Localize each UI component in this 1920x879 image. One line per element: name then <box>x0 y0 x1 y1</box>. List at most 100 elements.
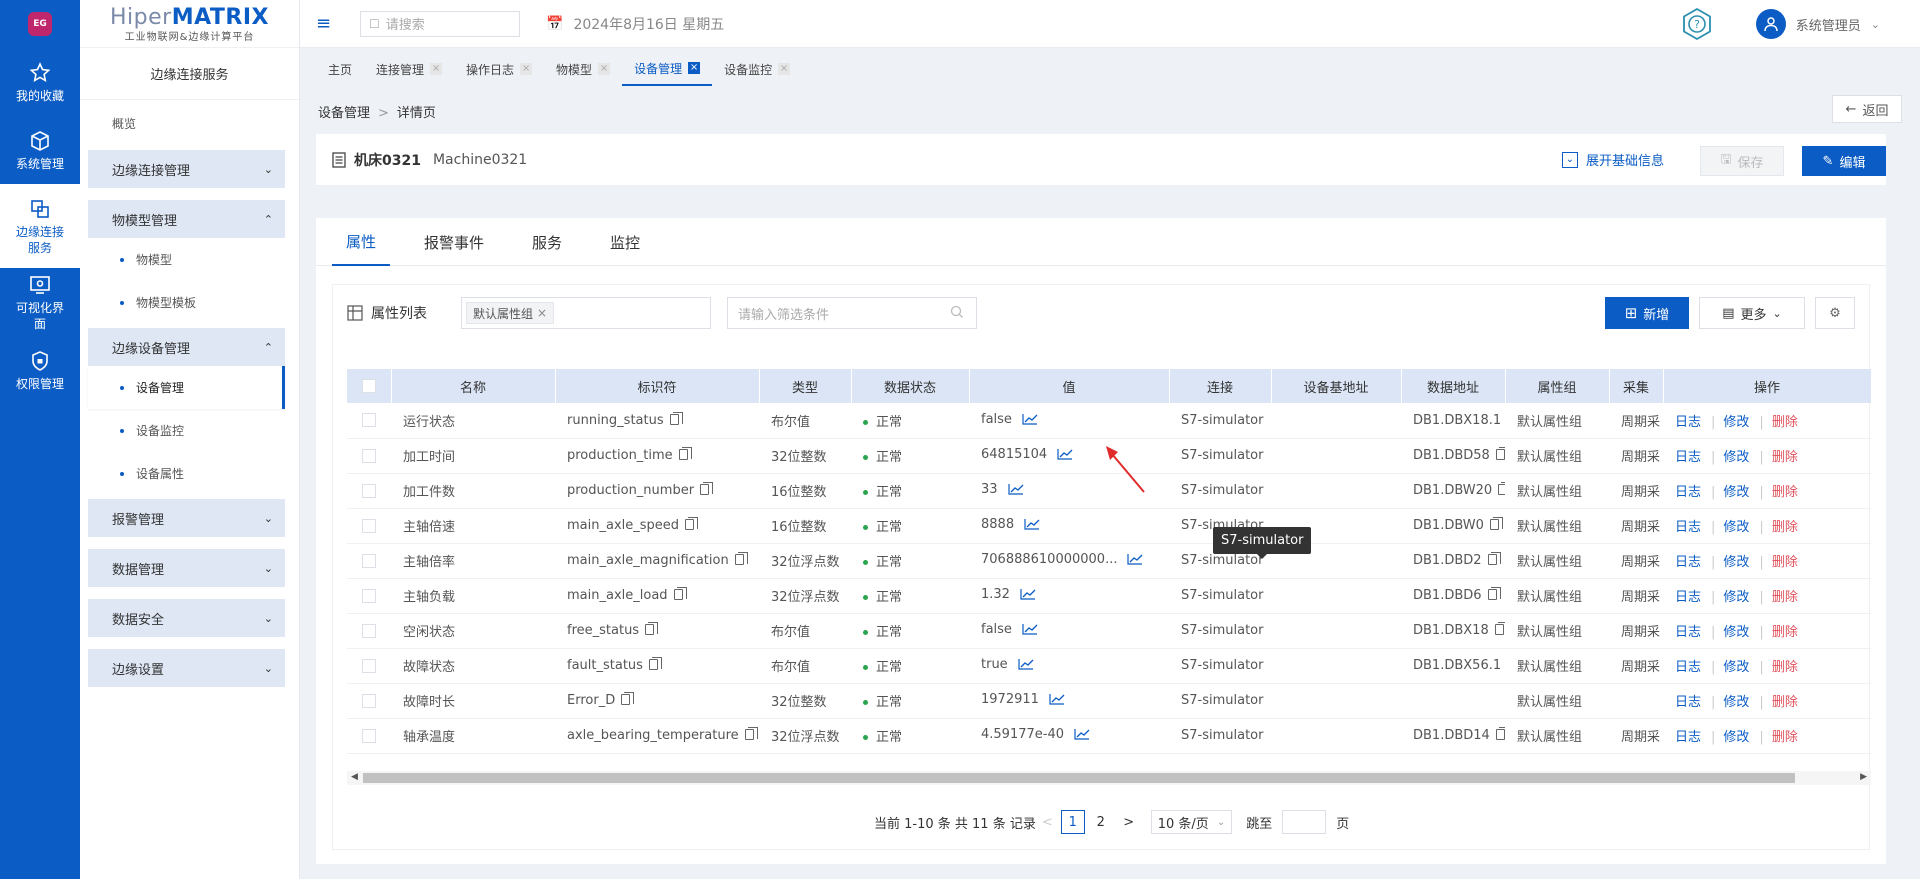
trend-chart-icon[interactable] <box>1074 728 1090 744</box>
rail-item-permission[interactable]: 权限管理 <box>0 336 80 404</box>
select-all-checkbox[interactable] <box>347 369 392 403</box>
scroll-left-icon[interactable]: ◀ <box>351 772 358 782</box>
page-button[interactable]: 1 <box>1060 810 1085 834</box>
copy-icon[interactable] <box>734 552 748 565</box>
sidebar-item-overview[interactable]: 概览 <box>80 100 299 146</box>
user-name[interactable]: 系统管理员 <box>1796 15 1861 34</box>
copy-icon[interactable] <box>685 517 699 530</box>
modify-link[interactable]: 修改 <box>1723 485 1749 500</box>
rail-item-favorites[interactable]: 我的收藏 <box>0 48 80 116</box>
close-icon[interactable]: × <box>520 63 533 75</box>
search-input[interactable]: ☐ 请搜索 <box>360 10 520 37</box>
delete-link[interactable]: 删除 <box>1772 485 1798 500</box>
delete-link[interactable]: 删除 <box>1772 660 1798 675</box>
modify-link[interactable]: 修改 <box>1723 415 1749 430</box>
tab-home[interactable]: 主页 <box>316 52 364 86</box>
sidebar-group-edge-settings[interactable]: 边缘设置 ⌄ <box>88 649 285 687</box>
chevron-down-icon[interactable]: ⌄ <box>1871 18 1880 31</box>
log-link[interactable]: 日志 <box>1675 485 1701 500</box>
close-icon[interactable]: × <box>778 63 791 75</box>
expand-basic-info-button[interactable]: ⌄ 展开基础信息 <box>1561 150 1664 169</box>
horizontal-scrollbar[interactable]: ◀ ▶ <box>347 771 1871 785</box>
menu-collapse-icon[interactable]: ≡ <box>316 13 336 34</box>
next-page-icon[interactable]: > <box>1117 810 1141 834</box>
copy-icon[interactable] <box>678 447 692 460</box>
rail-item-system[interactable]: 系统管理 <box>0 116 80 184</box>
close-icon[interactable]: × <box>430 63 443 75</box>
prev-page-icon[interactable]: < <box>1042 815 1053 830</box>
copy-icon[interactable] <box>744 727 758 740</box>
sidebar-item-device-management[interactable]: 设备管理 <box>88 366 285 409</box>
log-link[interactable]: 日志 <box>1675 695 1701 710</box>
copy-icon[interactable] <box>1495 447 1505 460</box>
sidebar-item-thing-model-template[interactable]: 物模型模板 <box>88 281 285 324</box>
log-link[interactable]: 日志 <box>1675 520 1701 535</box>
tab-connection[interactable]: 连接管理 × <box>364 52 454 86</box>
close-icon[interactable]: × <box>598 63 611 75</box>
attribute-group-select[interactable]: 默认属性组 × <box>461 297 711 329</box>
more-button[interactable]: ▤ 更多 ⌄ <box>1699 297 1805 329</box>
row-checkbox[interactable] <box>347 613 391 649</box>
tab-device-monitor[interactable]: 设备监控 × <box>712 52 802 86</box>
copy-icon[interactable] <box>648 657 662 670</box>
trend-chart-icon[interactable] <box>1018 658 1034 674</box>
row-checkbox[interactable] <box>347 508 391 544</box>
tab-operation-log[interactable]: 操作日志 × <box>454 52 544 86</box>
trend-chart-icon[interactable] <box>1127 553 1143 569</box>
log-link[interactable]: 日志 <box>1675 660 1701 675</box>
modify-link[interactable]: 修改 <box>1723 450 1749 465</box>
tab-alarm-events[interactable]: 报警事件 <box>410 218 498 266</box>
delete-link[interactable]: 删除 <box>1772 625 1798 640</box>
modify-link[interactable]: 修改 <box>1723 625 1749 640</box>
copy-icon[interactable] <box>669 411 683 425</box>
edit-button[interactable]: ✎ 编辑 <box>1802 146 1886 176</box>
close-icon[interactable]: × <box>537 306 547 320</box>
trend-chart-icon[interactable] <box>1049 693 1065 709</box>
modify-link[interactable]: 修改 <box>1723 730 1749 745</box>
sidebar-item-device-monitor[interactable]: 设备监控 <box>88 409 285 452</box>
jump-page-input[interactable] <box>1282 810 1327 834</box>
tab-attributes[interactable]: 属性 <box>332 218 391 266</box>
rail-item-visualization[interactable]: 可视化界面 <box>0 268 80 336</box>
sidebar-item-device-attribute[interactable]: 设备属性 <box>88 452 285 495</box>
sidebar-group-data-security[interactable]: 数据安全 ⌄ <box>88 599 285 637</box>
log-link[interactable]: 日志 <box>1675 590 1701 605</box>
trend-chart-icon[interactable] <box>1022 413 1038 429</box>
row-checkbox[interactable] <box>347 543 391 579</box>
sidebar-group-edge-connection[interactable]: 边缘连接管理 ⌄ <box>88 150 285 188</box>
row-checkbox[interactable] <box>347 683 391 719</box>
copy-icon[interactable] <box>1487 587 1501 600</box>
rail-item-edge-service[interactable]: 边缘连接服务 <box>0 184 80 268</box>
modify-link[interactable]: 修改 <box>1723 555 1749 570</box>
scroll-right-icon[interactable]: ▶ <box>1860 772 1867 782</box>
settings-button[interactable]: ⚙ <box>1815 297 1855 329</box>
tab-device-management[interactable]: 设备管理 × <box>622 52 713 86</box>
row-checkbox[interactable] <box>347 473 391 509</box>
trend-chart-icon[interactable] <box>1007 483 1024 499</box>
copy-icon[interactable] <box>673 587 687 600</box>
row-checkbox[interactable] <box>347 578 391 614</box>
breadcrumb-parent[interactable]: 设备管理 <box>318 106 370 121</box>
sidebar-group-alarm[interactable]: 报警管理 ⌄ <box>88 499 285 537</box>
tab-monitor[interactable]: 监控 <box>596 218 654 266</box>
delete-link[interactable]: 删除 <box>1772 415 1798 430</box>
modify-link[interactable]: 修改 <box>1723 695 1749 710</box>
log-link[interactable]: 日志 <box>1675 555 1701 570</box>
help-icon[interactable]: ? <box>1680 7 1714 41</box>
log-link[interactable]: 日志 <box>1675 730 1701 745</box>
sidebar-group-edge-device[interactable]: 边缘设备管理 ⌃ <box>88 328 285 366</box>
page-size-select[interactable]: 10 条/页 ⌄ <box>1150 810 1233 834</box>
copy-icon[interactable] <box>1498 482 1505 495</box>
log-link[interactable]: 日志 <box>1675 625 1701 640</box>
sidebar-group-thing-model[interactable]: 物模型管理 ⌃ <box>88 200 285 238</box>
trend-chart-icon[interactable] <box>1024 518 1040 534</box>
row-checkbox[interactable] <box>347 648 391 684</box>
tab-thing-model[interactable]: 物模型 × <box>544 52 622 86</box>
copy-icon[interactable] <box>1495 727 1505 740</box>
modify-link[interactable]: 修改 <box>1723 520 1749 535</box>
modify-link[interactable]: 修改 <box>1723 660 1749 675</box>
sidebar-item-thing-model[interactable]: 物模型 <box>88 238 285 281</box>
delete-link[interactable]: 删除 <box>1772 450 1798 465</box>
save-button[interactable]: 🖫 保存 <box>1700 146 1784 176</box>
page-button[interactable]: 2 <box>1089 810 1113 834</box>
